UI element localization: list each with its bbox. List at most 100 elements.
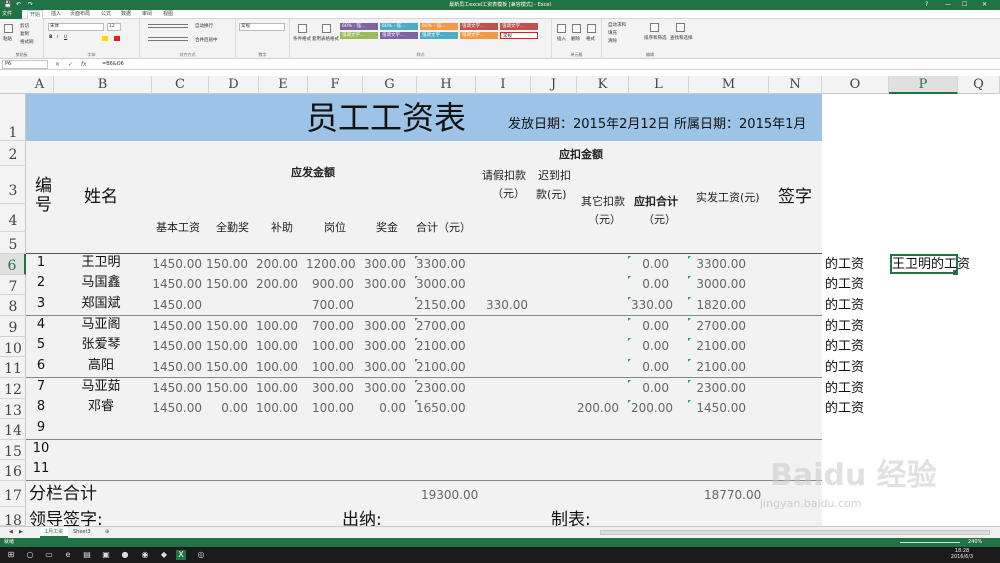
sort-filter-icon[interactable] bbox=[650, 23, 659, 32]
indent-icons[interactable] bbox=[148, 37, 188, 41]
cell-style-2[interactable]: 60% - 强... bbox=[380, 23, 418, 30]
zoom-level[interactable]: 240% bbox=[968, 538, 982, 547]
cell-style-3[interactable]: 60% - 强... bbox=[420, 23, 458, 30]
cell-style-normal[interactable]: 常规 bbox=[500, 32, 538, 39]
font-color-icon[interactable] bbox=[114, 36, 120, 41]
tab-data[interactable]: 数据 bbox=[119, 10, 133, 19]
tab-page-layout[interactable]: 页面布局 bbox=[68, 10, 92, 19]
autosum-button[interactable]: 自动求和 bbox=[608, 22, 626, 28]
row-header-4[interactable]: 4 bbox=[0, 204, 26, 232]
search-icon[interactable]: ○ bbox=[25, 550, 35, 560]
column-header-o[interactable]: O bbox=[822, 76, 889, 94]
row-header-18[interactable]: 18 bbox=[0, 507, 26, 529]
copy-button[interactable]: 复制 bbox=[20, 31, 29, 37]
format-button[interactable]: 格式 bbox=[586, 36, 595, 42]
format-table-icon[interactable] bbox=[322, 24, 331, 33]
fill-color-icon[interactable] bbox=[102, 36, 108, 41]
column-header-a[interactable]: A bbox=[26, 76, 54, 94]
row-header-12[interactable]: 12 bbox=[0, 378, 26, 399]
column-header-c[interactable]: C bbox=[152, 76, 209, 94]
find-select-icon[interactable] bbox=[676, 23, 685, 32]
column-header-h[interactable]: H bbox=[417, 76, 476, 94]
font-size-select[interactable]: 12 bbox=[107, 23, 121, 31]
name-box[interactable]: P6 bbox=[2, 60, 48, 69]
cell-style-8[interactable]: 强调文字... bbox=[420, 32, 458, 39]
format-table-button[interactable]: 套用表格格式 bbox=[312, 36, 339, 42]
enter-icon[interactable]: ✓ bbox=[68, 61, 73, 68]
paste-button[interactable]: 粘贴 bbox=[3, 36, 12, 42]
tab-file[interactable]: 文件 bbox=[0, 10, 22, 19]
row-header-17[interactable]: 17 bbox=[0, 481, 26, 507]
row-header-5[interactable]: 5 bbox=[0, 232, 26, 254]
tab-view[interactable]: 视图 bbox=[161, 10, 175, 19]
task-view-icon[interactable]: ▭ bbox=[44, 550, 54, 560]
chrome-icon[interactable]: ◉ bbox=[140, 550, 150, 560]
fill-button[interactable]: 填充 bbox=[608, 30, 617, 36]
paste-icon[interactable] bbox=[4, 24, 13, 33]
underline-button[interactable]: U bbox=[64, 35, 67, 40]
column-header-l[interactable]: L bbox=[629, 76, 689, 94]
column-header-q[interactable]: Q bbox=[958, 76, 1000, 94]
row-header-11[interactable]: 11 bbox=[0, 357, 26, 378]
help-button[interactable]: ? bbox=[925, 0, 928, 10]
row-header-10[interactable]: 10 bbox=[0, 337, 26, 357]
merge-center-button[interactable]: 合并后居中 bbox=[195, 37, 218, 43]
format-painter-button[interactable]: 格式刷 bbox=[20, 39, 34, 45]
row-header-3[interactable]: 3 bbox=[0, 166, 26, 204]
row-header-1[interactable]: 1 bbox=[0, 94, 26, 141]
font-name-select[interactable]: 宋体 bbox=[48, 23, 104, 31]
column-header-n[interactable]: N bbox=[769, 76, 822, 94]
maximize-button[interactable]: ☐ bbox=[962, 0, 967, 10]
align-icons[interactable] bbox=[148, 24, 188, 28]
column-header-j[interactable]: J bbox=[531, 76, 577, 94]
cell-style-6[interactable]: 强调文字... bbox=[340, 32, 378, 39]
minimize-button[interactable]: — bbox=[945, 0, 951, 10]
fill-handle[interactable] bbox=[953, 270, 958, 275]
tab-formulas[interactable]: 公式 bbox=[99, 10, 113, 19]
insert-cells-icon[interactable] bbox=[557, 24, 566, 33]
delete-cells-icon[interactable] bbox=[572, 24, 581, 33]
column-header-f[interactable]: F bbox=[308, 76, 363, 94]
close-button[interactable]: ✕ bbox=[982, 0, 987, 10]
row-header-6[interactable]: 6 bbox=[0, 254, 26, 275]
row-header-9[interactable]: 9 bbox=[0, 316, 26, 337]
bold-button[interactable]: B bbox=[49, 35, 52, 40]
fx-icon[interactable]: fx bbox=[81, 61, 87, 68]
italic-button[interactable]: I bbox=[57, 35, 58, 40]
row-header-7[interactable]: 7 bbox=[0, 275, 26, 295]
column-header-e[interactable]: E bbox=[259, 76, 308, 94]
active-cell-selection[interactable] bbox=[890, 254, 958, 274]
format-cells-icon[interactable] bbox=[587, 24, 596, 33]
taskbar-clock[interactable]: 18:28 2016/6/3 bbox=[945, 548, 979, 560]
column-header-d[interactable]: D bbox=[209, 76, 259, 94]
row-header-16[interactable]: 16 bbox=[0, 460, 26, 481]
app-icon[interactable]: ◆ bbox=[159, 550, 169, 560]
sort-filter-button[interactable]: 排序和筛选 bbox=[644, 35, 667, 41]
start-icon[interactable]: ⊞ bbox=[6, 550, 16, 560]
column-header-i[interactable]: I bbox=[476, 76, 531, 94]
cell-style-4[interactable]: 强调文字... bbox=[460, 23, 498, 30]
row-header-2[interactable]: 2 bbox=[0, 141, 26, 166]
formula-input[interactable]: =B6&O6 bbox=[102, 60, 124, 69]
explorer-icon[interactable]: ▤ bbox=[82, 550, 92, 560]
column-header-g[interactable]: G bbox=[363, 76, 417, 94]
edge-icon[interactable]: e bbox=[63, 550, 73, 560]
cell-style-9[interactable]: 强调文字... bbox=[460, 32, 498, 39]
column-header-p[interactable]: P bbox=[889, 76, 958, 94]
row-header-13[interactable]: 13 bbox=[0, 399, 26, 419]
wrap-text-button[interactable]: 自动换行 bbox=[195, 23, 213, 29]
tab-home[interactable]: 开始 bbox=[27, 10, 44, 19]
tab-insert[interactable]: 插入 bbox=[49, 10, 63, 19]
delete-button[interactable]: 删除 bbox=[571, 36, 580, 42]
column-header-b[interactable]: B bbox=[54, 76, 152, 94]
sheet-nav-next[interactable]: ▶ bbox=[14, 527, 28, 538]
find-select-button[interactable]: 查找和选择 bbox=[670, 35, 693, 41]
horizontal-scrollbar[interactable] bbox=[600, 530, 990, 535]
cell-style-7[interactable]: 强调文字... bbox=[380, 32, 418, 39]
sheet-tab-sheet3[interactable]: Sheet3 bbox=[68, 527, 96, 538]
clear-button[interactable]: 清除 bbox=[608, 38, 617, 44]
excel-taskbar-icon[interactable]: X bbox=[176, 550, 186, 560]
other-app-icon[interactable]: ◎ bbox=[196, 550, 206, 560]
row-header-15[interactable]: 15 bbox=[0, 440, 26, 460]
store-icon[interactable]: ▣ bbox=[101, 550, 111, 560]
